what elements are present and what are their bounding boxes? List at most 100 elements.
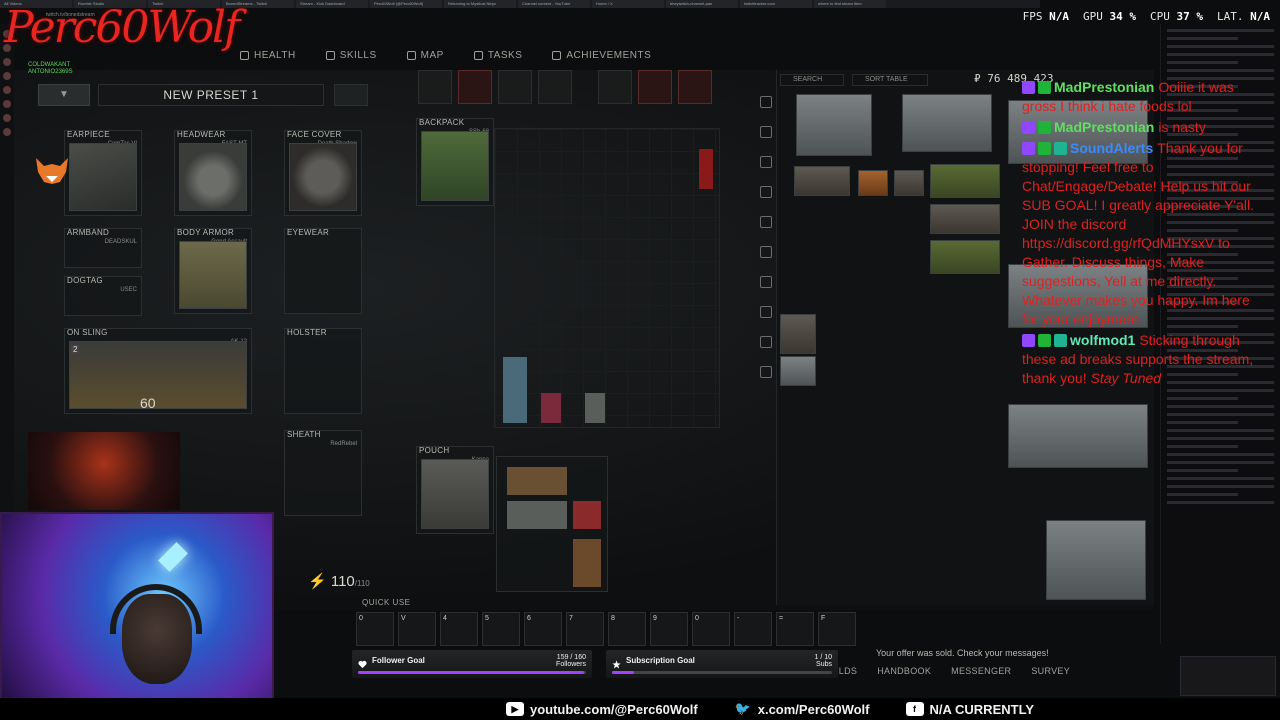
quick-slot[interactable]: V xyxy=(398,612,436,646)
stash-case[interactable] xyxy=(796,94,872,156)
eyewear-slot[interactable]: EYEWEAR xyxy=(284,228,362,314)
quick-slot[interactable]: 0 xyxy=(692,612,730,646)
medical-filter-icon[interactable] xyxy=(760,276,772,288)
chat-username[interactable]: MadPrestonian xyxy=(1054,119,1154,135)
grid-item[interactable] xyxy=(507,467,567,495)
stash-item[interactable] xyxy=(930,164,1000,198)
browser-tab[interactable]: Stream - Kick Dashboard xyxy=(296,0,368,8)
rail-icon[interactable] xyxy=(3,58,11,66)
stash-case[interactable] xyxy=(1008,404,1148,468)
browser-tab[interactable]: Channel content - YouTube xyxy=(518,0,590,8)
nav-health[interactable]: HEALTH xyxy=(240,46,296,64)
mask-item[interactable] xyxy=(289,143,357,211)
grid-item[interactable] xyxy=(699,149,713,189)
armor-item[interactable] xyxy=(179,241,247,309)
quick-slot[interactable]: 5 xyxy=(482,612,520,646)
grid-item[interactable] xyxy=(573,501,601,529)
close-filter-icon[interactable] xyxy=(760,186,772,198)
nav-achievements[interactable]: ACHIEVEMENTS xyxy=(552,46,651,64)
quick-slot[interactable]: - xyxy=(734,612,772,646)
grid-item[interactable] xyxy=(585,393,605,423)
sort-table-button[interactable]: SORT TABLE xyxy=(852,74,928,86)
pouch-slot[interactable]: POUCH Kappa xyxy=(416,446,494,534)
face-cover-slot[interactable]: FACE COVER Death Shadow xyxy=(284,130,362,216)
rail-icon[interactable] xyxy=(3,86,11,94)
grid-item[interactable] xyxy=(503,357,527,423)
preset-menu-button[interactable]: ▼ xyxy=(38,84,90,106)
pouch-grid[interactable] xyxy=(496,456,608,592)
stash-item[interactable] xyxy=(894,170,924,196)
preset-save-button[interactable] xyxy=(334,84,368,106)
stash-item[interactable] xyxy=(930,240,1000,274)
menu-handbook[interactable]: HANDBOOK xyxy=(877,666,931,676)
nav-skills[interactable]: SKILLS xyxy=(325,46,377,64)
menu-survey[interactable]: SURVEY xyxy=(1031,666,1070,676)
filter-all-icon[interactable] xyxy=(760,96,772,108)
stash-case[interactable] xyxy=(794,166,850,196)
chat-username[interactable]: MadPrestonian xyxy=(1054,79,1154,95)
container-filter-icon[interactable] xyxy=(760,306,772,318)
armband-slot[interactable]: ARMBAND DEADSKUL xyxy=(64,228,142,268)
rail-icon[interactable] xyxy=(3,72,11,80)
rail-icon[interactable] xyxy=(3,114,11,122)
twitch-chat-input[interactable] xyxy=(1180,656,1276,696)
backpack-grid[interactable] xyxy=(494,128,720,428)
menu-ilds[interactable]: ILDS xyxy=(836,666,857,676)
dogtag-slot[interactable]: DOGTAG USEC xyxy=(64,276,142,316)
browser-tab[interactable]: twitchtracker.com xyxy=(740,0,812,8)
pocket-slot[interactable] xyxy=(498,70,532,104)
quick-slot[interactable]: 4 xyxy=(440,612,478,646)
pocket-slot[interactable] xyxy=(538,70,572,104)
offer-notification[interactable]: Your offer was sold. Check your messages… xyxy=(876,648,1049,658)
stash-item[interactable] xyxy=(780,314,816,354)
pouch-item[interactable] xyxy=(421,459,489,529)
pocket-slot[interactable] xyxy=(458,70,492,104)
browser-tab[interactable]: Returning to Mystical Ninja xyxy=(444,0,516,8)
preset-name[interactable]: NEW PRESET 1 xyxy=(98,84,324,106)
quick-slot[interactable]: 8 xyxy=(608,612,646,646)
grid-item[interactable] xyxy=(507,501,567,529)
rail-icon[interactable] xyxy=(3,128,11,136)
stash-item[interactable] xyxy=(780,356,816,386)
settings-filter-icon[interactable] xyxy=(760,216,772,228)
quick-slot[interactable]: 6 xyxy=(524,612,562,646)
quick-slot[interactable]: 7 xyxy=(566,612,604,646)
stash-case[interactable] xyxy=(1046,520,1146,600)
backpack-slot[interactable]: BACKPACK SSh-68 xyxy=(416,118,494,206)
ammo-filter-icon[interactable] xyxy=(760,246,772,258)
browser-tab[interactable]: Perc60Wolf (@Perc60Wolf) xyxy=(370,0,442,8)
nav-tasks[interactable]: TASKS xyxy=(473,46,523,64)
chat-username[interactable]: wolfmod1 xyxy=(1070,332,1135,348)
quick-slot[interactable]: = xyxy=(776,612,814,646)
quick-slot[interactable]: F xyxy=(818,612,856,646)
pocket-slot[interactable] xyxy=(598,70,632,104)
grid-item[interactable] xyxy=(541,393,561,423)
pocket-slot[interactable] xyxy=(418,70,452,104)
weapon-filter-icon[interactable] xyxy=(760,126,772,138)
stash-search-input[interactable]: SEARCH xyxy=(780,74,844,86)
chat-username[interactable]: SoundAlerts xyxy=(1070,140,1153,156)
pocket-slot[interactable] xyxy=(638,70,672,104)
on-sling-slot[interactable]: ON SLING AK-12 2 xyxy=(64,328,252,414)
quick-slot[interactable]: 9 xyxy=(650,612,688,646)
backpack-item[interactable] xyxy=(421,131,489,201)
star-filter-icon[interactable] xyxy=(760,156,772,168)
nav-map[interactable]: MAP xyxy=(406,46,444,64)
sheath-slot[interactable]: SHEATH RedRebel xyxy=(284,430,362,516)
earpiece-slot[interactable]: EARPIECE ComTac VI xyxy=(64,130,142,216)
holster-slot[interactable]: HOLSTER xyxy=(284,328,362,414)
rifle-item[interactable] xyxy=(69,341,247,409)
browser-tab[interactable]: bbeytwitch-channel-pan xyxy=(666,0,738,8)
pocket-slot[interactable] xyxy=(678,70,712,104)
quick-slot[interactable]: 0 xyxy=(356,612,394,646)
keys-filter-icon[interactable] xyxy=(760,336,772,348)
stash-item[interactable] xyxy=(858,170,888,196)
stash-case[interactable] xyxy=(902,94,992,152)
stash-item[interactable] xyxy=(930,204,1000,234)
rail-icon[interactable] xyxy=(3,100,11,108)
menu-messenger[interactable]: MESSENGER xyxy=(951,666,1011,676)
grid-item[interactable] xyxy=(573,539,601,587)
target-filter-icon[interactable] xyxy=(760,366,772,378)
headwear-slot[interactable]: HEADWEAR FAST MT xyxy=(174,130,252,216)
body-armor-slot[interactable]: BODY ARMOR Gend Assault xyxy=(174,228,252,314)
